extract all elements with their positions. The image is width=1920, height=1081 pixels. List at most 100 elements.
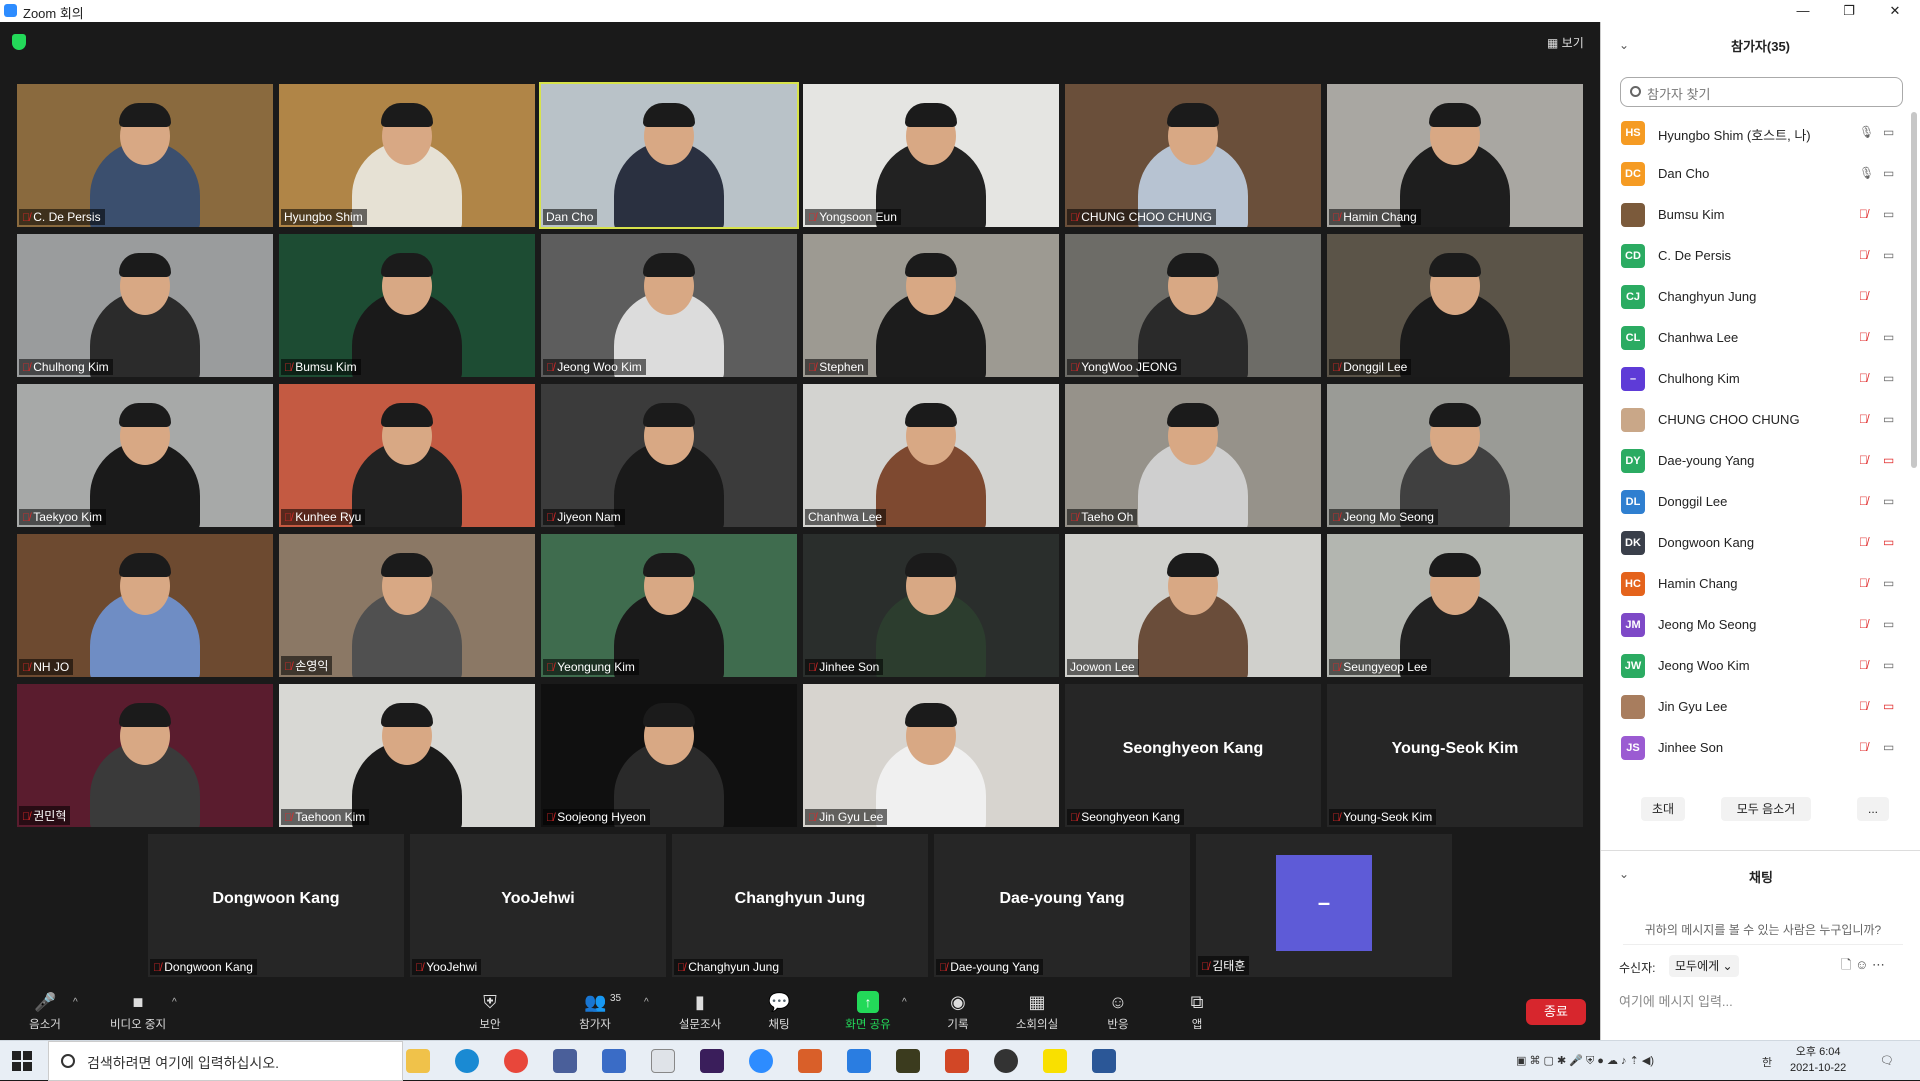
participant-row[interactable]: CD C. De Persis 🎙̸ ▭ bbox=[1601, 235, 1911, 276]
video-camera-icon[interactable]: ▭ bbox=[1883, 207, 1894, 221]
video-tile[interactable]: 🎙̸ 손영익 bbox=[279, 534, 535, 677]
video-off-icon[interactable]: ▭ bbox=[1883, 535, 1894, 549]
video-tile[interactable]: 🎙̸ Stephen bbox=[803, 234, 1059, 377]
video-tile[interactable]: 🎙̸ Kunhee Ryu bbox=[279, 384, 535, 527]
participants-caret-icon[interactable]: ^ bbox=[644, 997, 649, 1008]
video-camera-icon[interactable]: ▭ bbox=[1883, 576, 1894, 590]
video-camera-icon[interactable]: ▭ bbox=[1883, 412, 1894, 426]
video-tile[interactable]: 🎙̸ Jeong Woo Kim bbox=[541, 234, 797, 377]
name-only-tile[interactable]: Seonghyeon Kang 🎙̸ Seonghyeon Kang bbox=[1065, 684, 1321, 827]
participant-row[interactable]: JM Jeong Mo Seong 🎙̸ ▭ bbox=[1601, 604, 1911, 645]
video-options-caret-icon[interactable]: ^ bbox=[172, 997, 177, 1008]
notepad-icon[interactable] bbox=[651, 1049, 675, 1073]
windows-start-button[interactable] bbox=[12, 1051, 32, 1071]
video-tile[interactable]: Chanhwa Lee bbox=[803, 384, 1059, 527]
participant-row[interactable]: DC Dan Cho 🎙 ▭ bbox=[1601, 153, 1911, 194]
name-only-tile[interactable]: YooJehwi 🎙̸ YooJehwi bbox=[410, 834, 666, 977]
minimize-button[interactable]: — bbox=[1780, 0, 1826, 22]
save-app-icon[interactable] bbox=[602, 1049, 626, 1073]
edge-browser-icon[interactable] bbox=[455, 1049, 479, 1073]
video-tile[interactable]: 🎙̸ Chulhong Kim bbox=[17, 234, 273, 377]
muted-mic-icon[interactable]: 🎙̸ bbox=[1859, 658, 1868, 672]
chat-action-icons[interactable]: 🗋 ☺ ⋯ bbox=[1841, 956, 1885, 978]
name-only-tile[interactable]: Dae-young Yang 🎙̸ Dae-young Yang bbox=[934, 834, 1190, 977]
chart-app-icon[interactable] bbox=[700, 1049, 724, 1073]
mute-button[interactable]: 🎤 음소거 bbox=[10, 991, 80, 1032]
video-camera-icon[interactable]: ▭ bbox=[1883, 617, 1894, 631]
muted-mic-icon[interactable]: 🎙̸ bbox=[1859, 576, 1868, 590]
video-tile[interactable]: 🎙̸ Hamin Chang bbox=[1327, 84, 1583, 227]
video-tile[interactable]: 🎙̸ Jiyeon Nam bbox=[541, 384, 797, 527]
video-tile[interactable]: 🎙̸ 권민혁 bbox=[17, 684, 273, 827]
video-tile[interactable]: 🎙̸ C. De Persis bbox=[17, 84, 273, 227]
recipient-dropdown[interactable]: 모두에게 ⌄ bbox=[1669, 955, 1739, 977]
muted-mic-icon[interactable]: 🎙̸ bbox=[1859, 289, 1868, 303]
participant-row[interactable]: Jin Gyu Lee 🎙̸ ▭ bbox=[1601, 686, 1911, 727]
muted-mic-icon[interactable]: 🎙̸ bbox=[1859, 740, 1868, 754]
video-tile[interactable]: Dan Cho bbox=[539, 82, 799, 229]
video-tile[interactable]: 🎙̸ Taeho Oh bbox=[1065, 384, 1321, 527]
kakaotalk-icon[interactable] bbox=[1043, 1049, 1067, 1073]
view-button[interactable]: ▦ 보기 bbox=[1547, 34, 1584, 51]
chat-button[interactable]: 💬 채팅 bbox=[744, 991, 814, 1032]
reactions-button[interactable]: ☺ 반응 bbox=[1083, 991, 1153, 1032]
video-tile[interactable]: 🎙̸ Yongsoon Eun bbox=[803, 84, 1059, 227]
security-button[interactable]: ⛨ 보안 bbox=[455, 991, 525, 1032]
participant-row[interactable]: HC Hamin Chang 🎙̸ ▭ bbox=[1601, 563, 1911, 604]
video-tile[interactable]: 🎙̸ Seungyeop Lee bbox=[1327, 534, 1583, 677]
zoom-taskbar-icon[interactable] bbox=[749, 1049, 773, 1073]
video-tile[interactable]: Hyungbo Shim bbox=[279, 84, 535, 227]
web-app-icon[interactable] bbox=[847, 1049, 871, 1073]
chat-message-input[interactable]: 여기에 메시지 입력... bbox=[1619, 991, 1733, 1010]
microphone-icon[interactable]: 🎙 bbox=[1859, 166, 1874, 180]
sticky-notes-icon[interactable] bbox=[896, 1049, 920, 1073]
video-tile[interactable]: 🎙̸ Taehoon Kim bbox=[279, 684, 535, 827]
participant-row[interactable]: CJ Changhyun Jung 🎙̸ bbox=[1601, 276, 1911, 317]
polls-button[interactable]: ▮ 설문조사 bbox=[665, 991, 735, 1032]
video-off-icon[interactable]: ▭ bbox=[1883, 453, 1894, 467]
more-options-button[interactable]: ... bbox=[1857, 797, 1889, 821]
network-app-icon[interactable] bbox=[553, 1049, 577, 1073]
notification-icon[interactable]: 🗨 bbox=[1880, 1054, 1894, 1067]
muted-mic-icon[interactable]: 🎙̸ bbox=[1859, 699, 1868, 713]
video-tile[interactable]: 🎙̸ Jeong Mo Seong bbox=[1327, 384, 1583, 527]
video-camera-icon[interactable]: ▭ bbox=[1883, 330, 1894, 344]
video-tile[interactable]: 🎙̸ CHUNG CHOO CHUNG bbox=[1065, 84, 1321, 227]
name-only-tile[interactable]: Changhyun Jung 🎙̸ Changhyun Jung bbox=[672, 834, 928, 977]
video-tile[interactable]: 🎙̸ Donggil Lee bbox=[1327, 234, 1583, 377]
muted-mic-icon[interactable]: 🎙̸ bbox=[1859, 535, 1868, 549]
invite-button[interactable]: 초대 bbox=[1641, 797, 1685, 821]
video-tile[interactable]: 🎙̸ Jinhee Son bbox=[803, 534, 1059, 677]
video-tile[interactable]: 🎙̸ Bumsu Kim bbox=[279, 234, 535, 377]
video-camera-icon[interactable]: ▭ bbox=[1883, 494, 1894, 508]
share-options-caret-icon[interactable]: ^ bbox=[902, 997, 907, 1008]
muted-mic-icon[interactable]: 🎙̸ bbox=[1859, 453, 1868, 467]
video-tile[interactable]: 🎙̸ NH JO bbox=[17, 534, 273, 677]
share-screen-button[interactable]: ↑ 화면 공유 bbox=[833, 991, 903, 1032]
video-camera-icon[interactable]: ▭ bbox=[1883, 740, 1894, 754]
mute-all-button[interactable]: 모두 음소거 bbox=[1721, 797, 1811, 821]
participant-row[interactable]: CHUNG CHOO CHUNG 🎙̸ ▭ bbox=[1601, 399, 1911, 440]
taskbar-clock[interactable]: 오후 6:04 2021-10-22 bbox=[1790, 1044, 1846, 1076]
participant-row[interactable]: CL Chanhwa Lee 🎙̸ ▭ bbox=[1601, 317, 1911, 358]
video-tile[interactable]: 🎙̸ Jin Gyu Lee bbox=[803, 684, 1059, 827]
system-tray-icons[interactable]: ▣ ⌘ ▢ ✱ 🎤 ⛨ ● ☁ ♪ ⇡ ◀) bbox=[1516, 1054, 1654, 1068]
chat-visibility-hint[interactable]: 귀하의 메시지를 볼 수 있는 사람은 누구입니까? bbox=[1623, 921, 1903, 945]
microphone-icon[interactable]: 🎙 bbox=[1859, 125, 1874, 139]
participant-row[interactable]: JS Jinhee Son 🎙̸ ▭ bbox=[1601, 727, 1911, 768]
media-app-icon[interactable] bbox=[994, 1049, 1018, 1073]
ime-indicator[interactable]: 한 bbox=[1762, 1054, 1772, 1070]
participant-search-input[interactable]: 참가자 찾기 bbox=[1620, 77, 1903, 107]
stop-video-button[interactable]: ■ 비디오 중지 bbox=[103, 991, 173, 1032]
matlab-icon[interactable] bbox=[798, 1049, 822, 1073]
muted-mic-icon[interactable]: 🎙̸ bbox=[1859, 248, 1868, 262]
muted-mic-icon[interactable]: 🎙̸ bbox=[1859, 617, 1868, 631]
word-icon[interactable] bbox=[1092, 1049, 1116, 1073]
video-camera-icon[interactable]: ▭ bbox=[1883, 371, 1894, 385]
apps-button[interactable]: ⧉ 앱 bbox=[1162, 991, 1232, 1032]
video-camera-icon[interactable]: ▭ bbox=[1883, 658, 1894, 672]
muted-mic-icon[interactable]: 🎙̸ bbox=[1859, 412, 1868, 426]
participant-row[interactable]: HS Hyungbo Shim (호스트, 나) 🎙 ▭ bbox=[1601, 112, 1911, 153]
participant-row[interactable]: – Chulhong Kim 🎙̸ ▭ bbox=[1601, 358, 1911, 399]
video-off-icon[interactable]: ▭ bbox=[1883, 699, 1894, 713]
